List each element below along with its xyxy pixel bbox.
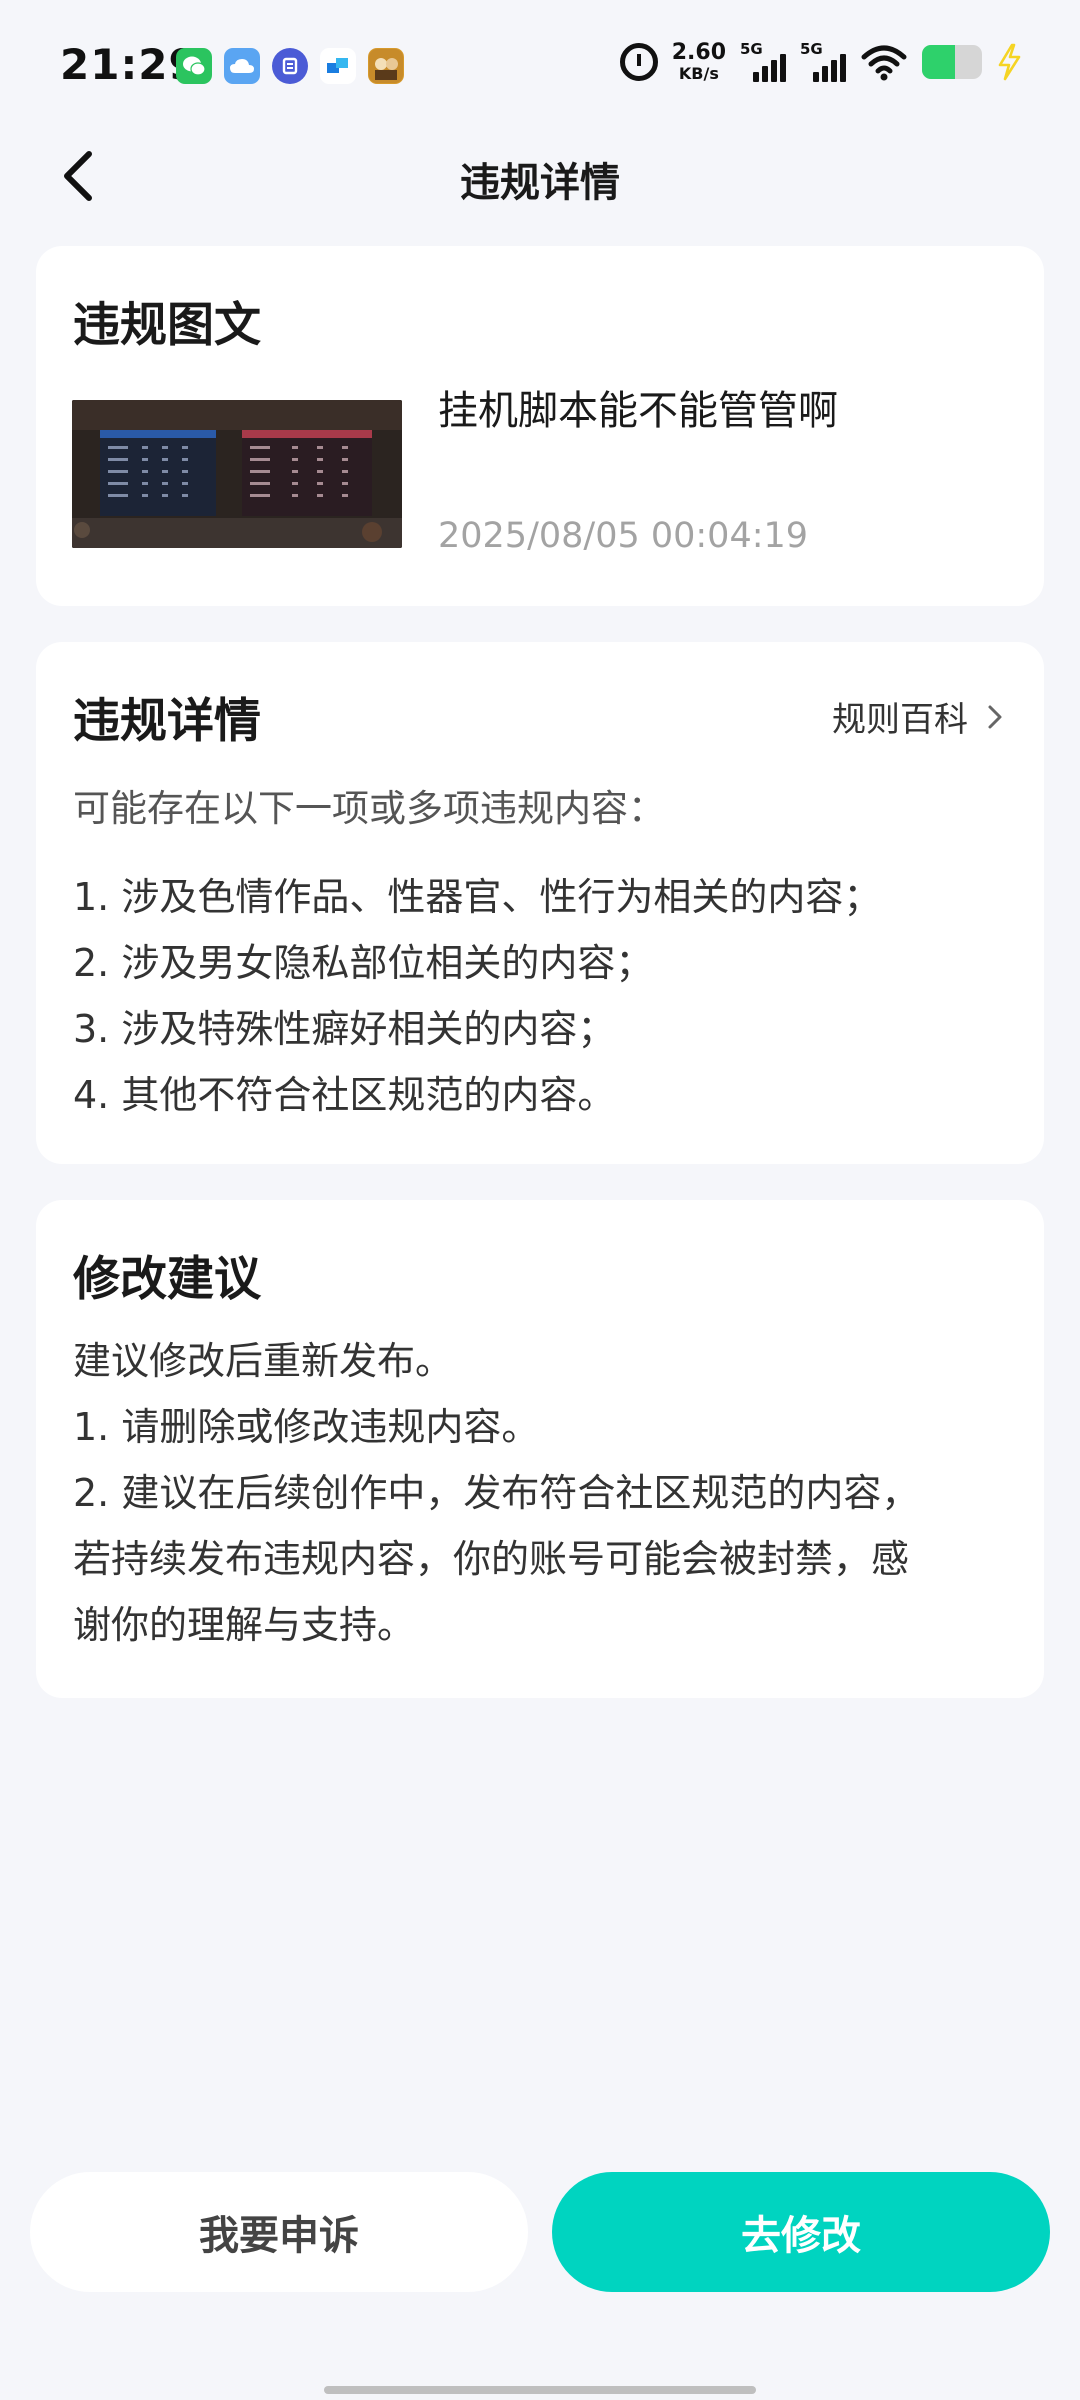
modification-suggestion-card: 修改建议 建议修改后重新发布。 1. 请删除或修改违规内容。 2. 建议在后续创… [36, 1200, 1044, 1698]
battery-icon [922, 45, 982, 79]
violation-list: 1. 涉及色情作品、性器官、性行为相关的内容； 2. 涉及男女隐私部位相关的内容… [73, 864, 881, 1128]
list-item: 2. 涉及男女隐私部位相关的内容； [73, 941, 654, 985]
suggestion-line: 2. 建议在后续创作中，发布符合社区规范的内容， [73, 1471, 920, 1515]
chevron-right-icon [988, 705, 1002, 728]
suggestion-heading: 修改建议 [73, 1252, 261, 1307]
suggestion-body: 建议修改后重新发布。 1. 请删除或修改违规内容。 2. 建议在后续创作中，发布… [73, 1328, 1013, 1658]
game-icon [368, 48, 404, 84]
post-timestamp: 2025/08/05 00:04:19 [438, 516, 809, 556]
list-item: 4. 其他不符合社区规范的内容。 [73, 1073, 616, 1117]
alarm-icon [619, 43, 658, 81]
wifi-icon [860, 43, 908, 81]
suggestion-line: 建议修改后重新发布。 [73, 1339, 454, 1383]
list-item: 3. 涉及特殊性癖好相关的内容； [73, 1007, 616, 1051]
app-icon [320, 48, 356, 84]
violation-post-heading: 违规图文 [73, 298, 261, 353]
status-indicators: 2.60 KB/s 5G 5G [619, 40, 1022, 82]
network-speed-value: 2.60 [671, 40, 726, 65]
violation-detail-heading: 违规详情 [73, 694, 261, 749]
weather-icon [224, 48, 260, 84]
rules-encyclopedia-link[interactable]: 规则百科 [832, 692, 1004, 741]
tieba-icon [272, 48, 308, 84]
page-title: 违规详情 [460, 160, 620, 206]
post-thumbnail[interactable] [72, 400, 402, 548]
wechat-icon [176, 48, 212, 84]
suggestion-line: 1. 请删除或修改违规内容。 [73, 1405, 540, 1449]
appeal-button[interactable]: 我要申诉 [30, 2172, 528, 2292]
suggestion-line: 若持续发布违规内容，你的账号可能会被封禁，感 [73, 1537, 910, 1581]
home-indicator[interactable] [324, 2386, 756, 2394]
battery-fill [922, 45, 955, 79]
violation-intro: 可能存在以下一项或多项违规内容： [73, 787, 665, 830]
signal-icon-sim1: 5G [740, 40, 786, 82]
suggestion-line: 谢你的理解与支持。 [73, 1603, 416, 1647]
rules-link-label: 规则百科 [832, 700, 968, 740]
post-text: 挂机脚本能不能管管啊 [438, 388, 838, 434]
modify-button[interactable]: 去修改 [552, 2172, 1050, 2292]
status-bar: 21:29 2.60 KB/s 5G 5G [0, 0, 1080, 130]
network-speed-unit: KB/s [678, 64, 719, 83]
list-item: 1. 涉及色情作品、性器官、性行为相关的内容； [73, 875, 882, 919]
violation-detail-card: 违规详情 规则百科 可能存在以下一项或多项违规内容： 1. 涉及色情作品、性器官… [36, 642, 1044, 1164]
charging-icon [996, 43, 1022, 81]
nav-bar: 违规详情 [0, 130, 1080, 220]
signal-icon-sim2: 5G [800, 40, 846, 82]
notification-icons [176, 48, 404, 84]
violation-post-card: 违规图文 挂机脚本能不能管管啊 2025/08/05 00:04:19 [36, 246, 1044, 606]
network-speed: 2.60 KB/s [672, 42, 726, 82]
